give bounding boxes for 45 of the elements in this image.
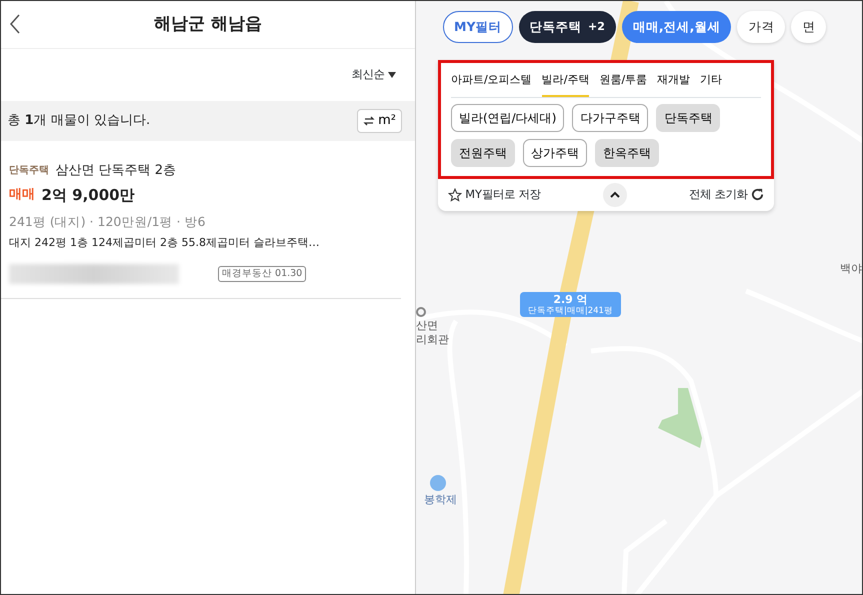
category-tab[interactable]: 빌라/주택 [542, 68, 590, 96]
filter-chip[interactable]: 매매,전세,월세 [622, 11, 732, 43]
page-title: 해남군 해남읍 [154, 14, 262, 35]
house-type-chip[interactable]: 상가주택 [523, 138, 587, 166]
listing-card[interactable]: 단독주택 삼산면 단독주택 2층 매매 2억 9,000만 241평 (대지) · 120만원/1평 · 방6 대지 242평 1층 124제곱미터 2층 55.8제곱미터 슬라브주택… 매경부동산 01.30 [1, 141, 401, 300]
reset-button[interactable]: 전체 초기화 [689, 186, 764, 204]
filter-chip[interactable]: 가격 [737, 11, 786, 43]
filter-chip[interactable]: 면 [791, 11, 826, 43]
circle-icon [416, 307, 426, 317]
place-label: 산면 [416, 319, 438, 333]
category-tab[interactable]: 원룸/투룸 [599, 68, 648, 96]
category-tab[interactable]: 기타 [700, 68, 722, 96]
listing-title: 삼산면 단독주택 2층 [56, 162, 176, 180]
swap-icon [362, 115, 375, 127]
house-type-chip[interactable]: 단독주택 [656, 104, 720, 132]
map[interactable]: 산면 리회관 봉학제 백야 2.9 억 단독주택|매매|241평 MY필터 단독주택 +2 매매,전세,월세 가격 면 아파트/오피스텔 빌라/주택 원룸/투룸 재개발 기타 빌라(연립/다세대) 다가구주택 단독주택 전원주택 상가주택 한옥주택 MY필터로 저장 전체 초기화 [416, 1, 862, 594]
listing-specs: 241평 (대지) · 120만원/1평 · 방6 [9, 212, 206, 231]
refresh-icon [750, 188, 764, 202]
property-type-tag: 단독주택 [9, 163, 49, 178]
house-type-chip[interactable]: 한옥주택 [595, 138, 659, 166]
deal-type: 매매 [9, 186, 35, 204]
back-icon[interactable] [9, 14, 21, 34]
caret-icon [388, 72, 396, 78]
unit-toggle[interactable]: m² [356, 109, 402, 133]
water-icon [430, 475, 446, 491]
agency-tag: 매경부동산 01.30 [218, 266, 306, 282]
category-tab[interactable]: 아파트/오피스텔 [451, 68, 532, 96]
chevron-up-icon [610, 191, 620, 198]
collapse-button[interactable] [602, 182, 627, 207]
place-label: 봉학제 [424, 493, 457, 507]
place-label: 백야 [840, 262, 862, 276]
star-icon [448, 188, 462, 202]
sort-dropdown[interactable]: 최신순 [351, 66, 396, 84]
listing-price: 2억 9,000만 [42, 184, 135, 206]
house-type-chip[interactable]: 전원주택 [451, 138, 515, 166]
place-label: 리회관 [416, 332, 449, 346]
filter-chip[interactable]: 단독주택 +2 [518, 11, 616, 43]
filter-chip[interactable]: MY필터 [443, 11, 512, 43]
category-tab[interactable]: 재개발 [657, 68, 690, 96]
result-count: 총 1개 매물이 있습니다. [8, 112, 150, 130]
house-type-chip[interactable]: 빌라(연립/다세대) [451, 104, 564, 132]
park-area-icon [658, 388, 704, 450]
save-filter-button[interactable]: MY필터로 저장 [448, 186, 541, 204]
house-type-chip[interactable]: 다가구주택 [572, 104, 648, 132]
listing-description: 대지 242평 1층 124제곱미터 2층 55.8제곱미터 슬라브주택… [9, 234, 320, 251]
